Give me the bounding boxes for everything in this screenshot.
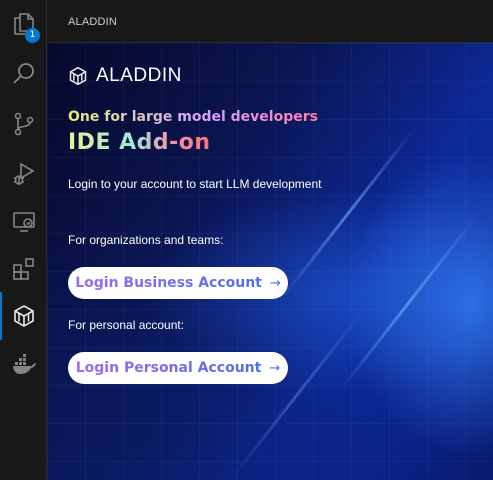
decorative-light-streak (339, 215, 478, 391)
headline: IDE Add-on (68, 130, 211, 155)
search-icon (11, 61, 37, 87)
brand-name: ALADDIN (96, 65, 182, 86)
docker-icon (11, 351, 37, 377)
explorer-button[interactable]: 1 (0, 0, 47, 48)
remote-explorer-button[interactable] (0, 198, 47, 246)
organizations-label: For organizations and teams: (68, 233, 224, 247)
login-personal-label: Login Personal Account (75, 360, 262, 376)
brand: ALADDIN (68, 65, 182, 87)
aladdin-icon (12, 304, 36, 328)
arrow-right-icon: → (269, 360, 281, 376)
extensions-button[interactable] (0, 246, 47, 294)
personal-label: For personal account: (68, 318, 185, 332)
login-personal-button[interactable]: Login Personal Account → (68, 352, 288, 384)
decorative-light-streak (229, 305, 368, 480)
login-business-label: Login Business Account (75, 275, 262, 291)
aladdin-logo-icon (68, 66, 88, 86)
aladdin-welcome-panel: ALADDIN One for large model developers I… (47, 43, 493, 480)
run-debug-icon (11, 161, 37, 187)
tagline: One for large model developers (68, 109, 318, 125)
sidebar-header: ALADDIN (47, 0, 493, 43)
intro-text: Login to your account to start LLM devel… (68, 177, 322, 191)
aladdin-button[interactable] (0, 292, 47, 340)
search-button[interactable] (0, 50, 47, 98)
explorer-badge: 1 (25, 28, 40, 43)
run-debug-button[interactable] (0, 150, 47, 198)
source-control-icon (11, 111, 37, 137)
docker-button[interactable] (0, 340, 47, 388)
remote-explorer-icon (11, 209, 37, 235)
sidebar: ALADDIN ALADDIN One for large model deve… (47, 0, 493, 480)
source-control-button[interactable] (0, 100, 47, 148)
decorative-light-streak (279, 125, 418, 301)
login-business-button[interactable]: Login Business Account → (68, 267, 288, 299)
sidebar-title: ALADDIN (68, 16, 118, 28)
arrow-right-icon: → (269, 275, 281, 291)
activity-bar: 1 (0, 0, 47, 480)
extensions-icon (11, 257, 37, 283)
